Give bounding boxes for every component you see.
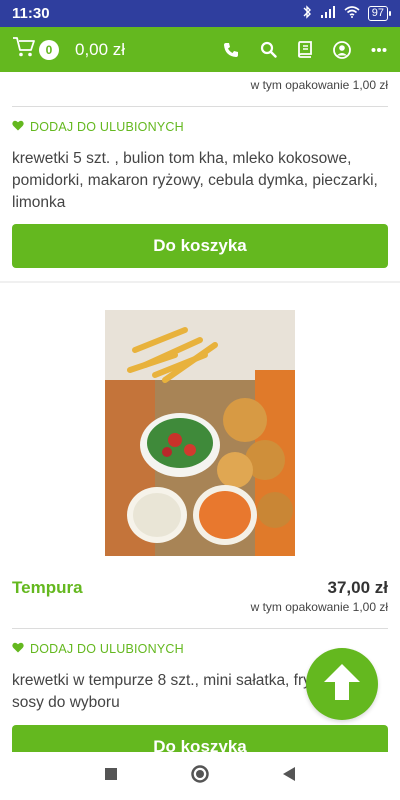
cart-icon bbox=[12, 36, 36, 63]
add-to-favorites-link[interactable]: DODAJ DO ULUBIONYCH bbox=[12, 120, 184, 134]
arrow-up-icon bbox=[321, 661, 363, 708]
product-price: 37,00 zł bbox=[327, 578, 389, 597]
signal-icon bbox=[320, 5, 336, 22]
phone-icon[interactable] bbox=[222, 41, 240, 59]
recents-icon[interactable] bbox=[104, 767, 118, 786]
favorites-label: DODAJ DO ULUBIONYCH bbox=[30, 642, 184, 656]
divider bbox=[12, 106, 388, 107]
home-icon[interactable] bbox=[190, 764, 210, 789]
cart-count-badge: 0 bbox=[39, 39, 59, 60]
cart-total: 0,00 zł bbox=[75, 39, 126, 59]
product-image[interactable] bbox=[105, 310, 295, 556]
heart-icon bbox=[12, 642, 24, 656]
menu-book-icon[interactable] bbox=[296, 41, 314, 59]
back-icon[interactable] bbox=[282, 766, 296, 787]
more-icon[interactable] bbox=[370, 41, 388, 59]
heart-icon bbox=[12, 120, 24, 134]
product-name[interactable]: Tempura bbox=[12, 578, 83, 598]
scroll-to-top-button[interactable] bbox=[306, 648, 378, 720]
add-to-favorites-link[interactable]: DODAJ DO ULUBIONYCH bbox=[12, 642, 184, 656]
add-to-cart-button[interactable]: Do koszyka bbox=[12, 725, 388, 752]
divider bbox=[12, 628, 388, 629]
status-time: 11:30 bbox=[12, 5, 50, 22]
bluetooth-icon bbox=[302, 5, 312, 22]
status-bar: 11:30 97 bbox=[0, 0, 400, 27]
product-description: krewetki 5 szt. , bulion tom kha, mleko … bbox=[12, 150, 378, 211]
add-to-cart-button[interactable]: Do koszyka bbox=[12, 224, 388, 268]
wifi-icon bbox=[344, 6, 360, 21]
app-bar: 0 0,00 zł bbox=[0, 27, 400, 72]
packaging-note: w tym opakowanie 1,00 zł bbox=[250, 78, 388, 92]
favorites-label: DODAJ DO ULUBIONYCH bbox=[30, 120, 184, 134]
search-icon[interactable] bbox=[259, 41, 277, 59]
product-separator bbox=[0, 281, 400, 283]
cart-button[interactable]: 0 bbox=[12, 36, 59, 63]
packaging-note: w tym opakowanie 1,00 zł bbox=[250, 600, 388, 614]
system-navigation-bar bbox=[0, 752, 400, 800]
account-icon[interactable] bbox=[333, 40, 351, 59]
battery-icon: 97 bbox=[367, 6, 392, 21]
